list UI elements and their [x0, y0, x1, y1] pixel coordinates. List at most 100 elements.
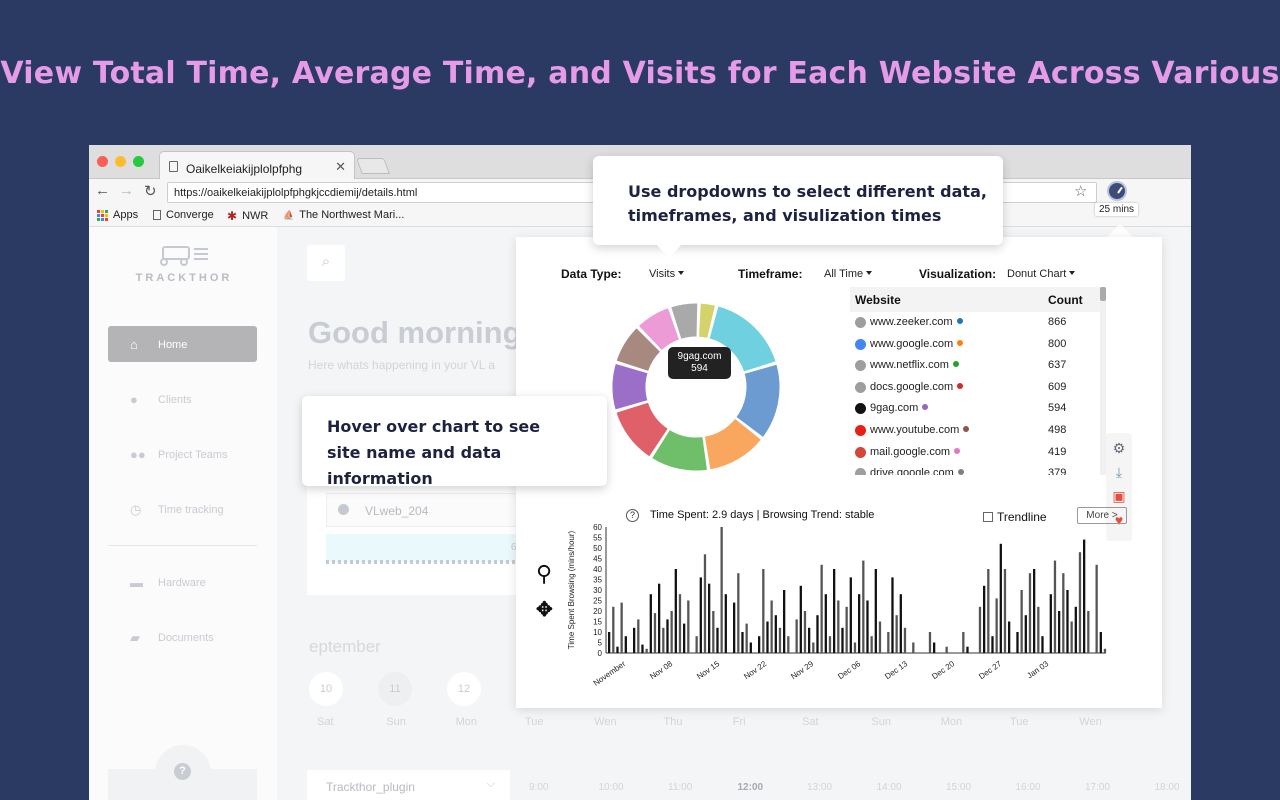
bar[interactable]: [712, 611, 715, 653]
table-row[interactable]: www.zeeker.com 866: [850, 312, 1100, 334]
bar[interactable]: [787, 636, 790, 653]
bar[interactable]: [687, 600, 690, 654]
sidebar-item-clients[interactable]: ● Clients: [108, 381, 257, 417]
bar[interactable]: [833, 569, 836, 653]
bar[interactable]: [1049, 594, 1052, 653]
table-row[interactable]: mail.google.com 419: [850, 442, 1100, 464]
bar[interactable]: [670, 611, 673, 653]
bar[interactable]: [837, 600, 840, 654]
bar[interactable]: [778, 627, 782, 653]
bar[interactable]: [674, 569, 677, 653]
bar[interactable]: [641, 644, 644, 653]
bar[interactable]: [1016, 632, 1019, 653]
bar[interactable]: [991, 636, 994, 653]
minimize-window-dot[interactable]: [115, 156, 126, 167]
bar[interactable]: [795, 619, 798, 653]
sidebar-item-hardware[interactable]: ▬ Hardware: [108, 564, 257, 600]
bar[interactable]: [999, 543, 1002, 653]
bar[interactable]: [658, 583, 661, 653]
bar[interactable]: [699, 577, 702, 653]
bar[interactable]: [1070, 621, 1073, 654]
sidebar-item-project-teams[interactable]: ●● Project Teams: [108, 436, 257, 472]
search-button[interactable]: ⌕: [307, 245, 345, 281]
timeframe-dropdown[interactable]: All Time: [824, 268, 872, 280]
task-item[interactable]: VLweb_204: [326, 493, 526, 527]
bar[interactable]: [616, 646, 619, 653]
bar[interactable]: [966, 646, 969, 653]
bar[interactable]: [637, 619, 640, 653]
table-row[interactable]: www.netflix.com 637: [850, 355, 1100, 377]
visualization-dropdown[interactable]: Donut Chart: [1007, 268, 1075, 280]
bar[interactable]: [962, 632, 965, 653]
bar[interactable]: [995, 598, 998, 653]
bar[interactable]: [803, 611, 807, 653]
bar[interactable]: [724, 594, 727, 653]
bar[interactable]: [1024, 615, 1027, 653]
bar[interactable]: [716, 627, 719, 653]
bar[interactable]: [812, 642, 815, 654]
browser-tab[interactable]: Oaikelkeiakijplolpfphg ✕: [159, 151, 355, 180]
bar[interactable]: [708, 583, 711, 653]
bar[interactable]: [874, 569, 877, 653]
bar[interactable]: [633, 627, 636, 653]
bar[interactable]: [824, 594, 827, 653]
bookmark-apps[interactable]: Apps: [97, 209, 138, 221]
bar[interactable]: [1033, 569, 1036, 653]
bar[interactable]: [866, 600, 869, 654]
bar[interactable]: [737, 573, 740, 653]
data-type-dropdown[interactable]: Visits: [649, 268, 684, 280]
bar[interactable]: [912, 642, 915, 654]
bar[interactable]: [1074, 606, 1077, 653]
sidebar-item-time-tracking[interactable]: ◷ Time tracking: [108, 491, 257, 527]
forward-icon[interactable]: →: [119, 182, 134, 199]
bar[interactable]: [1020, 590, 1023, 653]
bar[interactable]: [987, 569, 990, 653]
table-row[interactable]: 9gag.com 594: [850, 398, 1100, 420]
bar[interactable]: [983, 585, 986, 653]
bar[interactable]: [853, 642, 857, 654]
bar[interactable]: [978, 606, 982, 653]
sidebar-item-home[interactable]: ⌂ Home: [108, 326, 257, 362]
bar[interactable]: [1099, 632, 1102, 653]
pan-icon[interactable]: ✥: [536, 597, 553, 622]
bookmark-nwr[interactable]: ✱ NWR: [227, 209, 268, 223]
bar[interactable]: [741, 632, 744, 653]
bar[interactable]: [666, 619, 669, 653]
bar[interactable]: [1078, 552, 1082, 653]
bar[interactable]: [774, 615, 777, 653]
bar[interactable]: [733, 602, 736, 653]
bar[interactable]: [770, 600, 773, 654]
bar[interactable]: [608, 632, 611, 653]
browsing-bar-chart[interactable]: 05 1015 2025 3035 4045 5055 60 Time Spent Brows…: [556, 521, 1116, 701]
scrollbar-thumb[interactable]: [1100, 287, 1106, 301]
bar[interactable]: [1103, 648, 1107, 653]
bar[interactable]: [1095, 564, 1098, 653]
reload-icon[interactable]: ↻: [144, 182, 157, 200]
delete-icon[interactable]: ▣: [1111, 488, 1127, 505]
donut-slice[interactable]: [611, 362, 649, 411]
maximize-window-dot[interactable]: [133, 156, 144, 167]
zoom-icon[interactable]: ⚲: [536, 561, 552, 587]
bar[interactable]: [799, 585, 802, 653]
trackthor-extension-icon[interactable]: [1107, 181, 1127, 201]
bar[interactable]: [612, 606, 615, 653]
website-column-header[interactable]: Website: [855, 293, 901, 307]
bar[interactable]: [766, 621, 769, 654]
bookmark-star-icon[interactable]: ☆: [1074, 182, 1087, 200]
bar[interactable]: [1087, 611, 1090, 653]
sidebar-item-documents[interactable]: ▰ Documents: [108, 619, 257, 655]
help-button[interactable]: ?: [155, 745, 211, 800]
bar[interactable]: [695, 636, 698, 653]
bar[interactable]: [745, 623, 748, 653]
bar[interactable]: [1058, 611, 1061, 653]
table-row[interactable]: docs.google.com 609: [850, 377, 1100, 399]
gear-icon[interactable]: ⚙: [1111, 440, 1127, 457]
bar[interactable]: [841, 627, 844, 653]
bar[interactable]: [645, 648, 648, 653]
bar[interactable]: [662, 627, 665, 653]
close-tab-icon[interactable]: ✕: [335, 159, 346, 175]
count-column-header[interactable]: Count: [1048, 293, 1083, 307]
table-row[interactable]: drive.google.com 379: [850, 463, 1100, 475]
bar[interactable]: [749, 642, 752, 654]
bookmark-northwest[interactable]: ⛵ The Northwest Mari...: [283, 209, 404, 221]
